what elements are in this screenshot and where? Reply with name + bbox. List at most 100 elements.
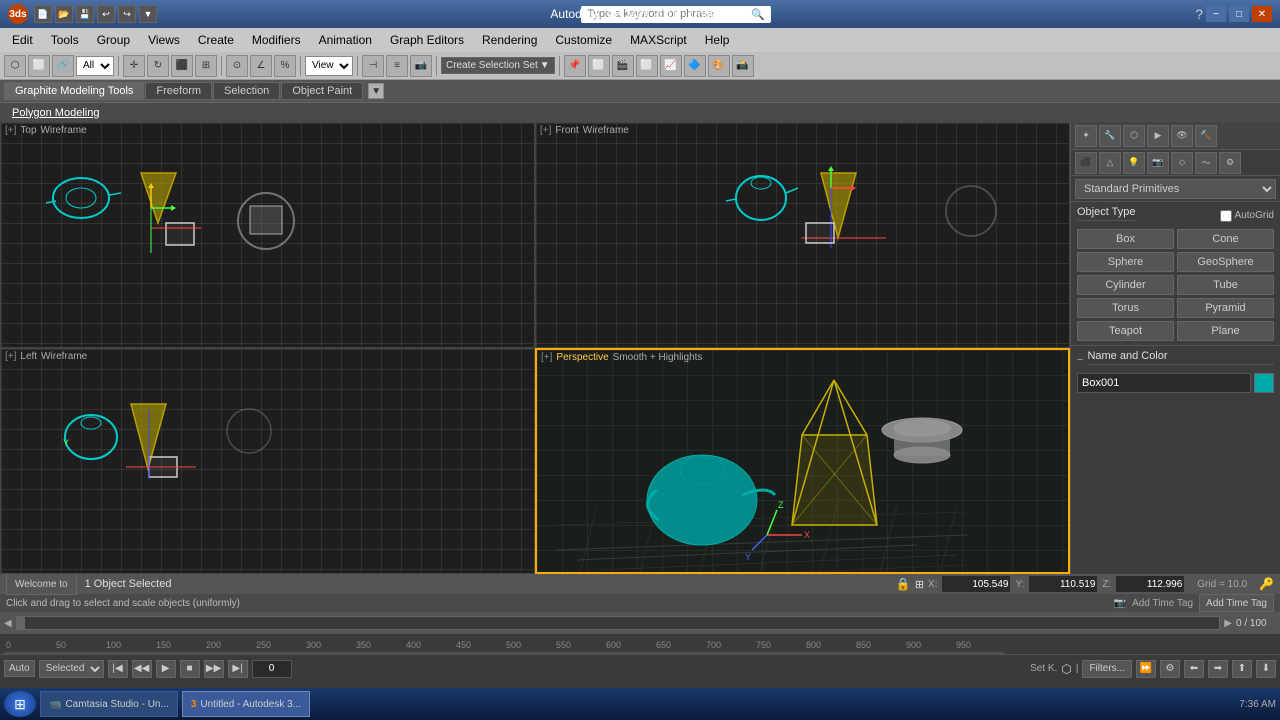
lights-icon[interactable]: 💡 (1123, 152, 1145, 174)
shapes-icon[interactable]: △ (1099, 152, 1121, 174)
prev-frame-button[interactable]: ◀◀ (132, 660, 152, 678)
timeline-track[interactable] (16, 616, 1221, 630)
undo-icon[interactable]: ↩ (97, 5, 115, 23)
playback-options-icon[interactable]: ⚙ (1160, 660, 1180, 678)
playback-extra-2[interactable]: ➡ (1208, 660, 1228, 678)
playback-extra-4[interactable]: ⬇ (1256, 660, 1276, 678)
playback-settings-icon[interactable]: ⏩ (1136, 660, 1156, 678)
tab-object-paint[interactable]: Object Paint (281, 82, 363, 100)
curve-editor-icon[interactable]: 📈 (660, 55, 682, 77)
menu-rendering[interactable]: Rendering (474, 31, 545, 49)
welcome-tab[interactable]: Welcome to (6, 573, 77, 595)
view-dropdown[interactable]: View (305, 56, 353, 76)
frame-input[interactable] (252, 660, 292, 678)
playback-extra-3[interactable]: ⬆ (1232, 660, 1252, 678)
object-name-input[interactable] (1077, 373, 1251, 393)
align-camera-icon[interactable]: 📷 (410, 55, 432, 77)
dropdown-arrow-icon[interactable]: ▼ (139, 5, 157, 23)
go-to-end-button[interactable]: ▶| (228, 660, 248, 678)
color-swatch[interactable] (1254, 373, 1274, 393)
stop-button[interactable]: ■ (180, 660, 200, 678)
y-coord-input[interactable] (1028, 575, 1098, 593)
cone-button[interactable]: Cone (1177, 229, 1274, 249)
autogrid-checkbox[interactable] (1220, 210, 1232, 222)
teapot-button[interactable]: Teapot (1077, 321, 1174, 341)
modify-panel-icon[interactable]: 🔧 (1099, 125, 1121, 147)
menu-group[interactable]: Group (89, 31, 138, 49)
playback-extra-1[interactable]: ⬅ (1184, 660, 1204, 678)
color-clipboard-icon[interactable]: 🎨 (708, 55, 730, 77)
cameras-icon[interactable]: 📷 (1147, 152, 1169, 174)
menu-tools[interactable]: Tools (43, 31, 87, 49)
cylinder-button[interactable]: Cylinder (1077, 275, 1174, 295)
viewport-perspective[interactable]: [+] Perspective Smooth + Highlights (535, 348, 1070, 574)
z-coord-input[interactable] (1115, 575, 1185, 593)
select-and-move-icon[interactable]: ✛ (123, 55, 145, 77)
key-icon[interactable]: 🔑 (1259, 577, 1274, 591)
angle-snap-icon[interactable]: ∠ (250, 55, 272, 77)
help-icon[interactable]: ? (1195, 6, 1203, 22)
helpers-icon[interactable]: ⬦ (1171, 152, 1193, 174)
utilities-panel-icon[interactable]: 🔨 (1195, 125, 1217, 147)
schematic-view-icon[interactable]: 🔷 (684, 55, 706, 77)
material-editor-icon[interactable]: ⬜ (636, 55, 658, 77)
taskbar-camtasia[interactable]: 📹 Camtasia Studio - Un... (40, 691, 178, 717)
viewport-left[interactable]: [+] Left Wireframe Y (0, 348, 535, 574)
menu-customize[interactable]: Customize (547, 31, 620, 49)
create-selection-dropdown-icon[interactable]: ▼ (540, 60, 550, 71)
render-icon[interactable]: 🎬 (612, 55, 634, 77)
create-panel-icon[interactable]: ✦ (1075, 125, 1097, 147)
next-frame-button[interactable]: ▶▶ (204, 660, 224, 678)
sphere-button[interactable]: Sphere (1077, 252, 1174, 272)
toolbar-options-icon[interactable]: ▼ (368, 83, 384, 99)
lock-icon[interactable]: 🔒 (896, 577, 911, 591)
align-icon[interactable]: ≡ (386, 55, 408, 77)
x-coord-input[interactable] (941, 575, 1011, 593)
display-panel-icon[interactable]: 👁 (1171, 125, 1193, 147)
minus-collapse-icon[interactable]: − (1077, 354, 1083, 366)
menu-views[interactable]: Views (140, 31, 188, 49)
motion-panel-icon[interactable]: ▶ (1147, 125, 1169, 147)
menu-help[interactable]: Help (697, 31, 738, 49)
menu-modifiers[interactable]: Modifiers (244, 31, 309, 49)
new-file-icon[interactable]: 📄 (34, 5, 52, 23)
start-button[interactable]: ⊞ (4, 691, 36, 717)
selection-filter-dropdown[interactable]: All (76, 56, 114, 76)
set-key-icon[interactable]: ⬡ (1061, 662, 1071, 676)
standard-primitives-dropdown[interactable]: Standard Primitives (1075, 179, 1276, 199)
mirror-icon[interactable]: ⊣ (362, 55, 384, 77)
box-button[interactable]: Box (1077, 229, 1174, 249)
systems-icon[interactable]: ⚙ (1219, 152, 1241, 174)
timeline-scroll-left[interactable]: ◀ (4, 618, 12, 629)
auto-key-button[interactable]: Auto (4, 660, 35, 677)
torus-button[interactable]: Torus (1077, 298, 1174, 318)
named-selection-icon[interactable]: 📌 (564, 55, 586, 77)
viewport-front[interactable]: [+] Front Wireframe (535, 122, 1070, 348)
play-button[interactable]: ▶ (156, 660, 176, 678)
tab-freeform[interactable]: Freeform (145, 82, 212, 100)
menu-edit[interactable]: Edit (4, 31, 41, 49)
geometry-icon[interactable]: ⬛ (1075, 152, 1097, 174)
tube-button[interactable]: Tube (1177, 275, 1274, 295)
selection-filter-icon[interactable]: ⬡ (4, 55, 26, 77)
viewport-top[interactable]: [+] Top Wireframe (0, 122, 535, 348)
add-time-tag-button[interactable]: Add Time Tag (1199, 594, 1274, 612)
snap-toggle-icon[interactable]: ⊙ (226, 55, 248, 77)
menu-maxscript[interactable]: MAXScript (622, 31, 695, 49)
open-file-icon[interactable]: 📂 (55, 5, 73, 23)
geosphere-button[interactable]: GeoSphere (1177, 252, 1274, 272)
select-object-icon[interactable]: ⬜ (28, 55, 50, 77)
redo-icon[interactable]: ↪ (118, 5, 136, 23)
restore-button[interactable]: □ (1229, 6, 1249, 22)
plane-button[interactable]: Plane (1177, 321, 1274, 341)
menu-graph-editors[interactable]: Graph Editors (382, 31, 472, 49)
filters-button[interactable]: Filters... (1082, 660, 1132, 678)
tab-selection[interactable]: Selection (213, 82, 280, 100)
menu-create[interactable]: Create (190, 31, 242, 49)
go-to-start-button[interactable]: |◀ (108, 660, 128, 678)
select-and-rotate-icon[interactable]: ↻ (147, 55, 169, 77)
spacewarps-icon[interactable]: 〜 (1195, 152, 1217, 174)
menu-animation[interactable]: Animation (311, 31, 380, 49)
pyramid-button[interactable]: Pyramid (1177, 298, 1274, 318)
tab-graphite-modeling-tools[interactable]: Graphite Modeling Tools (4, 82, 144, 100)
